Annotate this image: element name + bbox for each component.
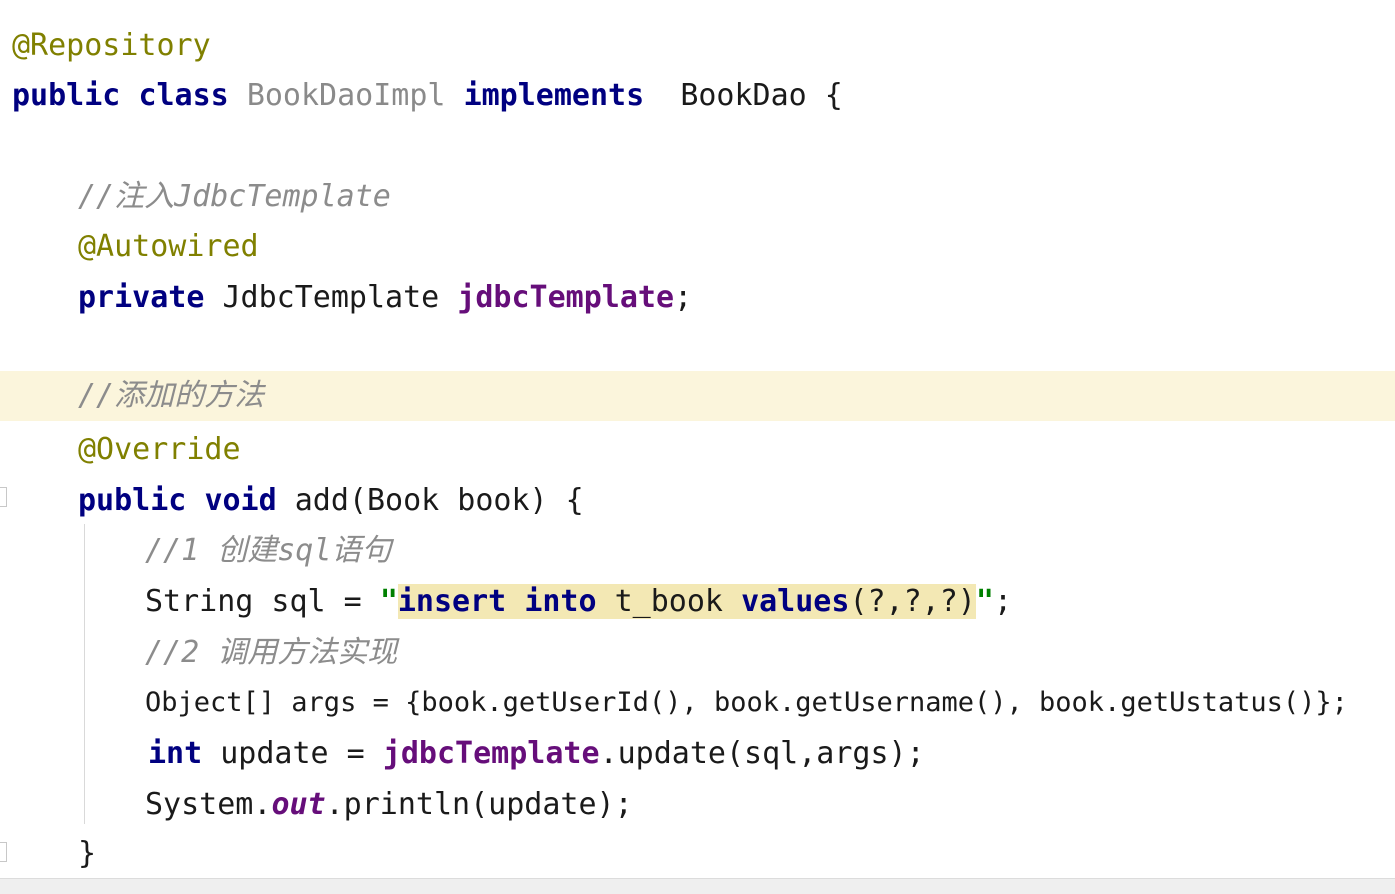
brace: { (806, 78, 843, 113)
annotation: @Override (78, 432, 241, 467)
brace: } (78, 836, 97, 871)
code-line[interactable]: public void add(Book book) { (0, 476, 1395, 526)
code-line[interactable]: public class BookDaoImpl implements Book… (0, 71, 1395, 121)
type-name: JdbcTemplate (204, 280, 458, 315)
code-line[interactable]: @Repository (0, 21, 1395, 71)
keyword: void (204, 483, 277, 518)
sql-keyword: insert (397, 584, 507, 619)
sql-space (723, 584, 742, 619)
comment: //1 创建sql语句 (145, 533, 392, 568)
sql-table-name: t_book (614, 584, 723, 619)
field-name: jdbcTemplate (457, 280, 675, 315)
statement: String sql = (145, 584, 380, 619)
method-signature: add(Book book) { (276, 483, 584, 518)
statement: update = (202, 736, 383, 771)
code-line-current[interactable]: //添加的方法 (0, 371, 1395, 421)
sql-params: (?,?,?) (849, 584, 976, 619)
code-editor[interactable]: @Repository public class BookDaoImpl imp… (0, 0, 1395, 894)
keyword: class (138, 78, 229, 113)
breadcrumb-bar (0, 878, 1395, 894)
sql-keyword: values (741, 584, 850, 619)
keyword: public (12, 78, 121, 113)
code-line[interactable]: private JdbcTemplate jdbcTemplate; (0, 273, 1395, 323)
sql-space (596, 584, 615, 619)
code-line[interactable]: //2 调用方法实现 (0, 628, 1395, 678)
statement: Object[] args = {book.getUserId(), book.… (145, 687, 1348, 718)
code-line[interactable]: @Override (0, 425, 1395, 475)
keyword: private (78, 280, 205, 315)
keyword: implements (463, 78, 645, 113)
code-line[interactable]: //注入JdbcTemplate (0, 172, 1395, 222)
comment: //注入JdbcTemplate (78, 179, 391, 214)
semicolon: ; (993, 584, 1012, 619)
static-field: out (271, 787, 326, 822)
class-ref: System. (145, 787, 272, 822)
sql-keyword: into (524, 584, 597, 619)
annotation: @Autowired (78, 229, 259, 264)
code-line[interactable]: @Autowired (0, 222, 1395, 272)
keyword: public (78, 483, 187, 518)
string-quote: " (975, 584, 994, 619)
sql-space (506, 584, 525, 619)
interface-name: BookDao (680, 78, 807, 113)
keyword: int (148, 736, 203, 771)
comment: //添加的方法 (78, 378, 265, 413)
code-line[interactable]: } (0, 829, 1395, 879)
comment: //2 调用方法实现 (145, 635, 398, 670)
code-line[interactable]: System.out.println(update); (0, 780, 1395, 830)
field-name: jdbcTemplate (382, 736, 600, 771)
semicolon: ; (674, 280, 693, 315)
code-line[interactable]: int update = jdbcTemplate.update(sql,arg… (0, 729, 1395, 779)
method-call: .update(sql,args); (599, 736, 925, 771)
code-line[interactable]: Object[] args = {book.getUserId(), book.… (0, 678, 1395, 728)
string-quote: " (379, 584, 398, 619)
annotation: @Repository (12, 28, 211, 63)
code-line[interactable]: //1 创建sql语句 (0, 526, 1395, 576)
method-call: .println(update); (325, 787, 633, 822)
class-name: BookDaoImpl (246, 78, 446, 113)
code-line[interactable]: String sql = "insert into t_book values(… (0, 577, 1395, 627)
